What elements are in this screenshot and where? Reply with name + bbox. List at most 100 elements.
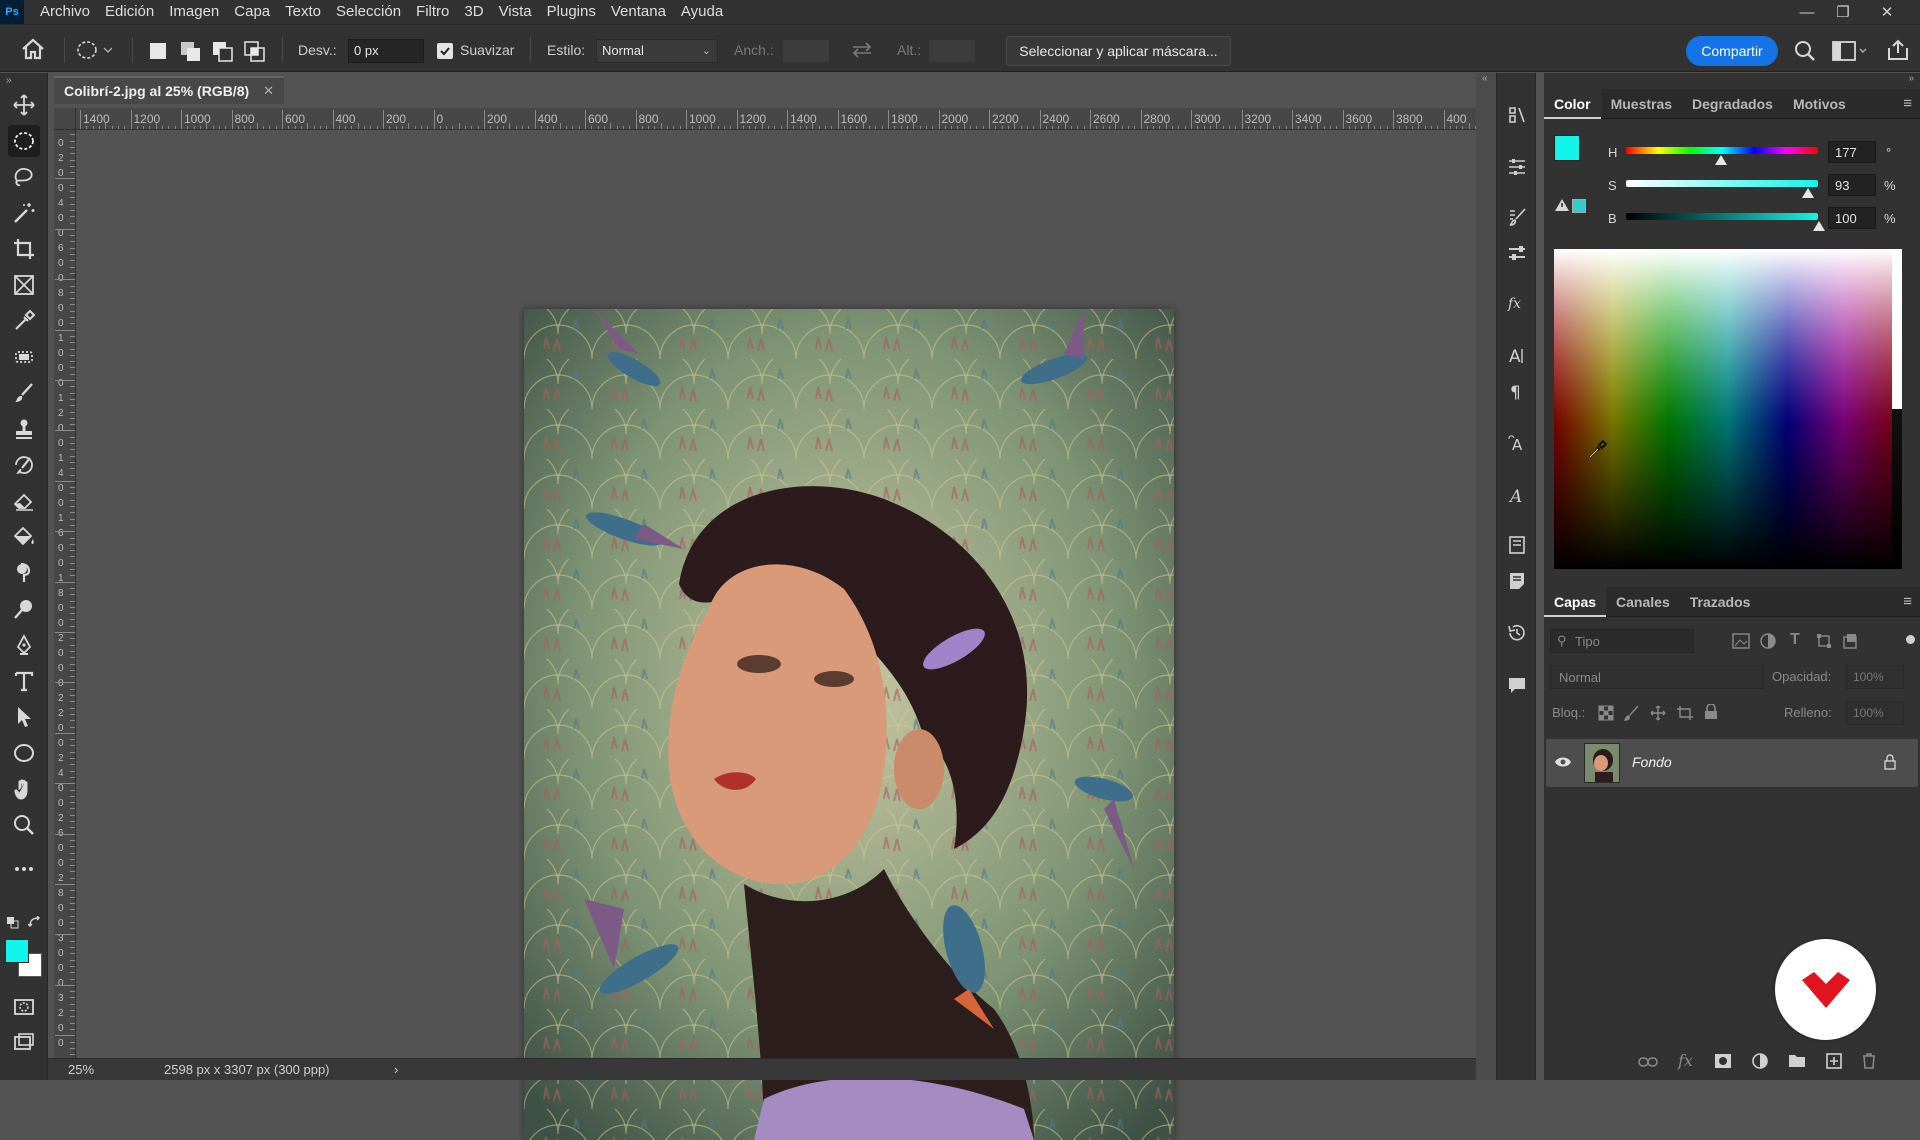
brush-settings-icon[interactable] xyxy=(1505,205,1529,229)
layer-filter-input[interactable]: ⚲ Tipo xyxy=(1550,629,1694,653)
select-and-mask-button[interactable]: Seleccionar y aplicar máscara... xyxy=(1006,36,1231,66)
adjustments-brush-icon[interactable] xyxy=(1505,103,1529,127)
add-layer-style-fx-icon[interactable]: fx xyxy=(1678,1051,1693,1070)
add-mask-icon[interactable] xyxy=(1714,1053,1732,1073)
menu-texto[interactable]: Texto xyxy=(285,0,321,24)
add-to-selection-icon[interactable] xyxy=(180,41,202,67)
history-panel-icon[interactable] xyxy=(1505,621,1529,645)
home-icon[interactable] xyxy=(20,37,46,65)
feather-input[interactable]: 0 px xyxy=(348,39,424,63)
layer-row[interactable]: Fondo xyxy=(1546,739,1918,787)
screen-mode-icon[interactable] xyxy=(8,1027,40,1059)
lock-all-icon[interactable] xyxy=(1704,703,1718,724)
brightness-slider-thumb[interactable] xyxy=(1813,221,1825,231)
lock-artboard-icon[interactable] xyxy=(1676,705,1694,725)
delete-layer-trash-icon[interactable] xyxy=(1862,1053,1876,1073)
opacity-input[interactable]: 100% xyxy=(1846,665,1904,689)
elliptical-marquee-preset-icon[interactable] xyxy=(76,39,113,65)
tab-channels[interactable]: Canales xyxy=(1606,587,1680,617)
menu-edicion[interactable]: Edición xyxy=(105,0,154,24)
ruler-origin[interactable] xyxy=(54,108,76,130)
status-chevron-icon[interactable]: › xyxy=(394,1062,398,1077)
new-selection-icon[interactable] xyxy=(148,41,168,65)
brush-presets-icon[interactable] xyxy=(1505,241,1529,265)
spot-healing-tool-icon[interactable] xyxy=(8,341,40,373)
width-input[interactable] xyxy=(782,39,830,63)
photoshop-logo[interactable]: Ps xyxy=(0,0,24,24)
filter-pixel-icon[interactable] xyxy=(1732,633,1750,653)
canvas-area[interactable] xyxy=(76,130,1476,1140)
lasso-tool-icon[interactable] xyxy=(8,161,40,193)
tab-paths[interactable]: Trazados xyxy=(1680,587,1761,617)
document-tab[interactable]: Colibrí-2.jpg al 25% (RGB/8) ✕ xyxy=(54,76,285,104)
layers-menu-icon[interactable]: ≡ xyxy=(1903,593,1912,610)
brightness-slider[interactable] xyxy=(1626,213,1818,220)
filter-smart-object-icon[interactable] xyxy=(1842,633,1858,653)
blend-mode-select[interactable]: Normal xyxy=(1550,665,1764,689)
zoom-level[interactable]: 25% xyxy=(68,1062,94,1077)
move-tool-icon[interactable] xyxy=(8,89,40,121)
layer-styles-fx-icon[interactable]: fx xyxy=(1505,291,1529,315)
character-styles-icon[interactable]: A xyxy=(1505,483,1529,507)
history-brush-tool-icon[interactable] xyxy=(8,449,40,481)
collapse-arrows-icon[interactable]: » xyxy=(6,75,12,86)
magic-wand-tool-icon[interactable] xyxy=(8,197,40,229)
pen-tool-icon[interactable] xyxy=(8,629,40,661)
fill-input[interactable]: 100% xyxy=(1846,701,1904,725)
menu-seleccion[interactable]: Selección xyxy=(336,0,401,24)
menu-capa[interactable]: Capa xyxy=(234,0,270,24)
antialias-checkbox[interactable] xyxy=(437,43,453,59)
ellipse-tool-icon[interactable] xyxy=(8,737,40,769)
eyedropper-tool-icon[interactable] xyxy=(8,305,40,337)
share-export-icon[interactable] xyxy=(1886,38,1910,66)
filter-type-icon[interactable]: T xyxy=(1790,631,1800,649)
new-layer-icon[interactable] xyxy=(1826,1053,1842,1073)
tab-swatches[interactable]: Muestras xyxy=(1601,89,1682,119)
close-tab-icon[interactable]: ✕ xyxy=(263,83,274,99)
saturation-value-input[interactable]: 93 xyxy=(1828,174,1876,196)
brightness-value-input[interactable]: 100 xyxy=(1828,207,1876,229)
hue-value-input[interactable]: 177 xyxy=(1828,141,1876,163)
zoom-tool-icon[interactable] xyxy=(8,809,40,841)
layer-name[interactable]: Fondo xyxy=(1632,754,1672,770)
height-input[interactable] xyxy=(928,39,976,63)
menu-plugins[interactable]: Plugins xyxy=(547,0,596,24)
frame-tool-icon[interactable] xyxy=(8,269,40,301)
menu-ayuda[interactable]: Ayuda xyxy=(681,0,723,24)
lock-position-icon[interactable] xyxy=(1650,705,1666,725)
tab-gradients[interactable]: Degradados xyxy=(1682,89,1783,119)
filter-shape-icon[interactable] xyxy=(1816,633,1832,653)
collapse-panels-icon[interactable]: » xyxy=(1908,73,1914,84)
tab-color[interactable]: Color xyxy=(1544,88,1601,119)
elliptical-marquee-tool-icon[interactable] xyxy=(8,125,40,157)
search-icon[interactable] xyxy=(1794,40,1816,66)
properties-sliders-icon[interactable] xyxy=(1505,155,1529,179)
quick-mask-icon[interactable] xyxy=(8,991,40,1023)
notes-icon[interactable] xyxy=(1505,569,1529,593)
brush-tool-icon[interactable] xyxy=(8,377,40,409)
swap-dimensions-icon[interactable] xyxy=(850,41,874,63)
minimize-icon[interactable]: — xyxy=(1792,0,1822,24)
swap-colors-icon[interactable] xyxy=(27,915,42,934)
more-tools-icon[interactable] xyxy=(8,853,40,885)
collapse-left-icon[interactable]: « xyxy=(1482,73,1488,84)
default-colors-icon[interactable] xyxy=(6,916,20,934)
menu-archivo[interactable]: Archivo xyxy=(40,0,90,24)
saturation-slider-thumb[interactable] xyxy=(1802,188,1814,198)
smudge-tool-icon[interactable] xyxy=(8,557,40,589)
panel-menu-icon[interactable]: ≡ xyxy=(1903,95,1912,112)
dodge-tool-icon[interactable] xyxy=(8,593,40,625)
eraser-tool-icon[interactable] xyxy=(8,485,40,517)
menu-imagen[interactable]: Imagen xyxy=(169,0,219,24)
filter-adjustment-icon[interactable] xyxy=(1760,633,1776,653)
tab-layers[interactable]: Capas xyxy=(1544,586,1607,617)
character-panel-icon[interactable]: A xyxy=(1505,343,1529,367)
menu-vista[interactable]: Vista xyxy=(499,0,532,24)
comments-icon[interactable] xyxy=(1505,673,1529,697)
path-selection-tool-icon[interactable] xyxy=(8,701,40,733)
link-layers-icon[interactable] xyxy=(1638,1055,1658,1073)
paragraph-panel-icon[interactable]: ¶ xyxy=(1505,379,1529,403)
glyphs-panel-icon[interactable]: A xyxy=(1505,431,1529,455)
new-group-folder-icon[interactable] xyxy=(1788,1053,1806,1072)
hue-slider[interactable] xyxy=(1626,147,1818,154)
